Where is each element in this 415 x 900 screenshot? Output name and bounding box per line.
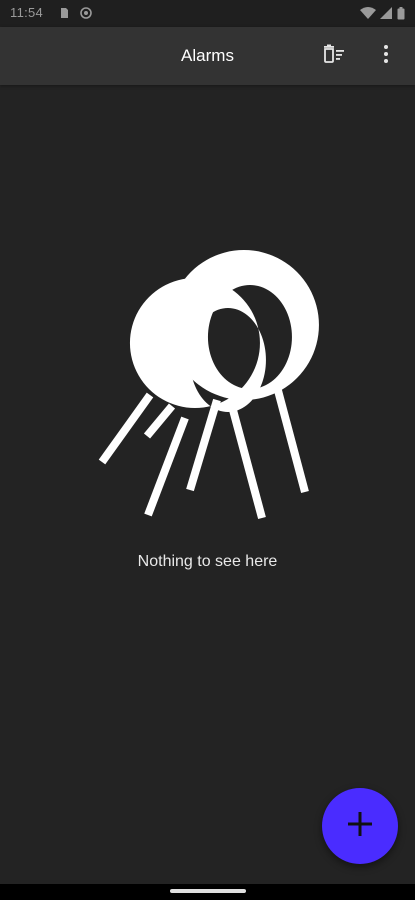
navigation-bar <box>0 884 415 900</box>
home-gesture-handle[interactable] <box>170 889 246 893</box>
wifi-icon <box>360 7 376 19</box>
sim-card-icon <box>58 7 70 19</box>
cellular-icon <box>380 7 392 19</box>
empty-state-message: Nothing to see here <box>137 553 278 570</box>
delete-sweep-icon <box>322 44 346 69</box>
battery-icon <box>397 7 405 20</box>
delete-sweep-button[interactable] <box>318 40 350 72</box>
status-bar: 11:54 <box>0 0 415 27</box>
more-vert-icon <box>383 44 389 69</box>
plus-icon <box>346 810 374 843</box>
page-title: Alarms <box>181 46 234 65</box>
more-options-button[interactable] <box>370 40 402 72</box>
alarms-screen: 11:54 Alarms Nothing to see here <box>0 0 415 900</box>
at-sign-icon <box>80 7 92 19</box>
app-bar: Alarms <box>0 27 415 85</box>
magnifying-glasses-icon <box>90 240 330 530</box>
status-time: 11:54 <box>10 5 44 20</box>
add-alarm-button[interactable] <box>322 788 398 864</box>
